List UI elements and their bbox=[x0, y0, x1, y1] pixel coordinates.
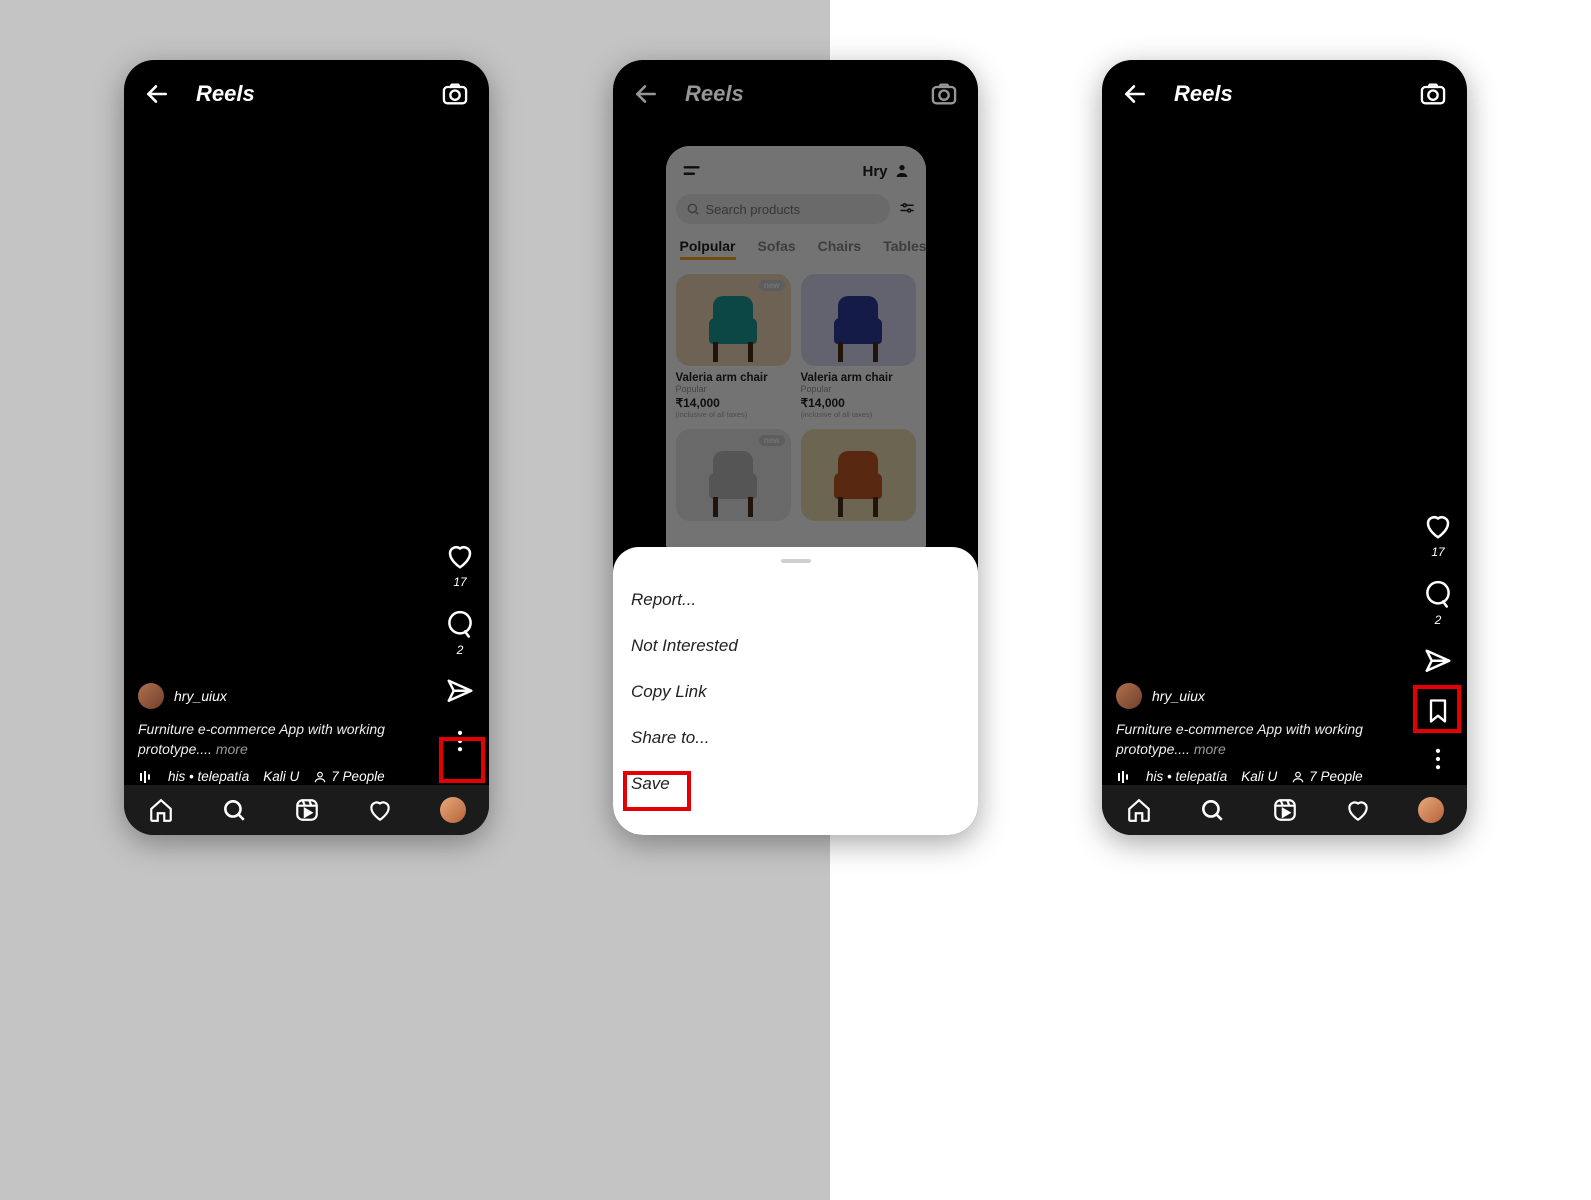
tab-tables[interactable]: Tables bbox=[883, 238, 926, 260]
reels-topbar: Reels bbox=[124, 80, 489, 108]
sheet-report[interactable]: Report... bbox=[631, 577, 960, 623]
nav-reels-icon[interactable] bbox=[294, 797, 320, 823]
reels-title: Reels bbox=[1174, 81, 1233, 107]
nav-profile-avatar[interactable] bbox=[1418, 797, 1444, 823]
nav-home-icon[interactable] bbox=[1126, 797, 1152, 823]
camera-icon[interactable] bbox=[441, 80, 469, 108]
badge-new: new bbox=[759, 280, 785, 291]
back-icon[interactable] bbox=[1122, 81, 1148, 107]
comment-count: 2 bbox=[1435, 613, 1442, 627]
highlight-more-options bbox=[439, 737, 485, 783]
reel-side-actions: 17 2 bbox=[445, 541, 475, 755]
product-card[interactable]: Valeria arm chair Popular ₹14,000 (inclu… bbox=[801, 274, 916, 419]
author-avatar[interactable] bbox=[1116, 683, 1142, 709]
comment-count: 2 bbox=[457, 643, 464, 657]
reel-caption[interactable]: Furniture e-commerce App with working pr… bbox=[138, 719, 419, 760]
sheet-not-interested[interactable]: Not Interested bbox=[631, 623, 960, 669]
reels-title: Reels bbox=[685, 81, 744, 107]
reel-side-actions: 17 2 bbox=[1423, 511, 1453, 773]
phone-reels-main: Reels 17 2 hry_uiux bbox=[124, 60, 489, 835]
reel-info: hry_uiux Furniture e-commerce App with w… bbox=[1116, 683, 1397, 787]
nav-activity-icon[interactable] bbox=[367, 797, 393, 823]
share-icon[interactable] bbox=[445, 677, 475, 707]
search-icon bbox=[686, 202, 700, 216]
back-icon[interactable] bbox=[633, 81, 659, 107]
reels-title: Reels bbox=[196, 81, 255, 107]
camera-icon[interactable] bbox=[1419, 80, 1447, 108]
person-icon bbox=[894, 163, 910, 179]
share-icon[interactable] bbox=[1423, 647, 1453, 677]
like-icon[interactable] bbox=[1423, 511, 1453, 541]
nav-activity-icon[interactable] bbox=[1345, 797, 1371, 823]
phone-reels-saved: Reels 17 2 bbox=[1102, 60, 1467, 835]
camera-icon[interactable] bbox=[930, 80, 958, 108]
product-tabs: Polpular Sofas Chairs Tables bbox=[676, 238, 916, 260]
sound-bars-icon bbox=[138, 769, 154, 785]
badge-new: new bbox=[759, 435, 785, 446]
sheet-share-to[interactable]: Share to... bbox=[631, 715, 960, 761]
product-search-input[interactable]: Search products bbox=[676, 194, 890, 224]
tab-sofas[interactable]: Sofas bbox=[758, 238, 796, 260]
reel-info: hry_uiux Furniture e-commerce App with w… bbox=[138, 683, 419, 787]
author-username[interactable]: hry_uiux bbox=[1152, 686, 1205, 706]
product-grid: new Valeria arm chair Popular ₹14,000 (i… bbox=[676, 274, 916, 521]
highlight-save-option bbox=[623, 771, 691, 811]
tab-chairs[interactable]: Chairs bbox=[818, 238, 862, 260]
phone-reels-sheet: Reels Hry Search products bbox=[613, 60, 978, 835]
search-placeholder: Search products bbox=[706, 202, 801, 217]
author-avatar[interactable] bbox=[138, 683, 164, 709]
like-count: 17 bbox=[1431, 545, 1444, 559]
highlight-bookmark bbox=[1413, 685, 1461, 733]
comment-icon[interactable] bbox=[1423, 579, 1453, 609]
bottom-nav bbox=[124, 785, 489, 835]
caption-more[interactable]: more bbox=[1190, 741, 1226, 757]
product-card[interactable]: new bbox=[676, 429, 791, 521]
nav-home-icon[interactable] bbox=[148, 797, 174, 823]
sheet-copy-link[interactable]: Copy Link bbox=[631, 669, 960, 715]
sound-bars-icon bbox=[1116, 769, 1132, 785]
nav-search-icon[interactable] bbox=[1199, 797, 1225, 823]
filter-icon[interactable] bbox=[898, 200, 916, 218]
product-card[interactable]: new Valeria arm chair Popular ₹14,000 (i… bbox=[676, 274, 791, 419]
bottom-nav bbox=[1102, 785, 1467, 835]
sheet-grabber[interactable] bbox=[781, 559, 811, 563]
reel-content-product-app: Hry Search products Polpular Sofas Chair… bbox=[666, 146, 926, 566]
product-card[interactable] bbox=[801, 429, 916, 521]
comment-icon[interactable] bbox=[445, 609, 475, 639]
nav-reels-icon[interactable] bbox=[1272, 797, 1298, 823]
tab-popular[interactable]: Polpular bbox=[680, 238, 736, 260]
hamburger-icon[interactable] bbox=[682, 160, 704, 182]
reel-caption[interactable]: Furniture e-commerce App with working pr… bbox=[1116, 719, 1397, 760]
reels-topbar: Reels bbox=[1102, 80, 1467, 108]
like-count: 17 bbox=[453, 575, 466, 589]
back-icon[interactable] bbox=[144, 81, 170, 107]
caption-more[interactable]: more bbox=[212, 741, 248, 757]
reels-topbar: Reels bbox=[613, 80, 978, 108]
nav-profile-avatar[interactable] bbox=[440, 797, 466, 823]
more-options-icon[interactable] bbox=[1424, 745, 1452, 773]
product-username: Hry bbox=[862, 163, 887, 180]
like-icon[interactable] bbox=[445, 541, 475, 571]
nav-search-icon[interactable] bbox=[221, 797, 247, 823]
author-username[interactable]: hry_uiux bbox=[174, 686, 227, 706]
